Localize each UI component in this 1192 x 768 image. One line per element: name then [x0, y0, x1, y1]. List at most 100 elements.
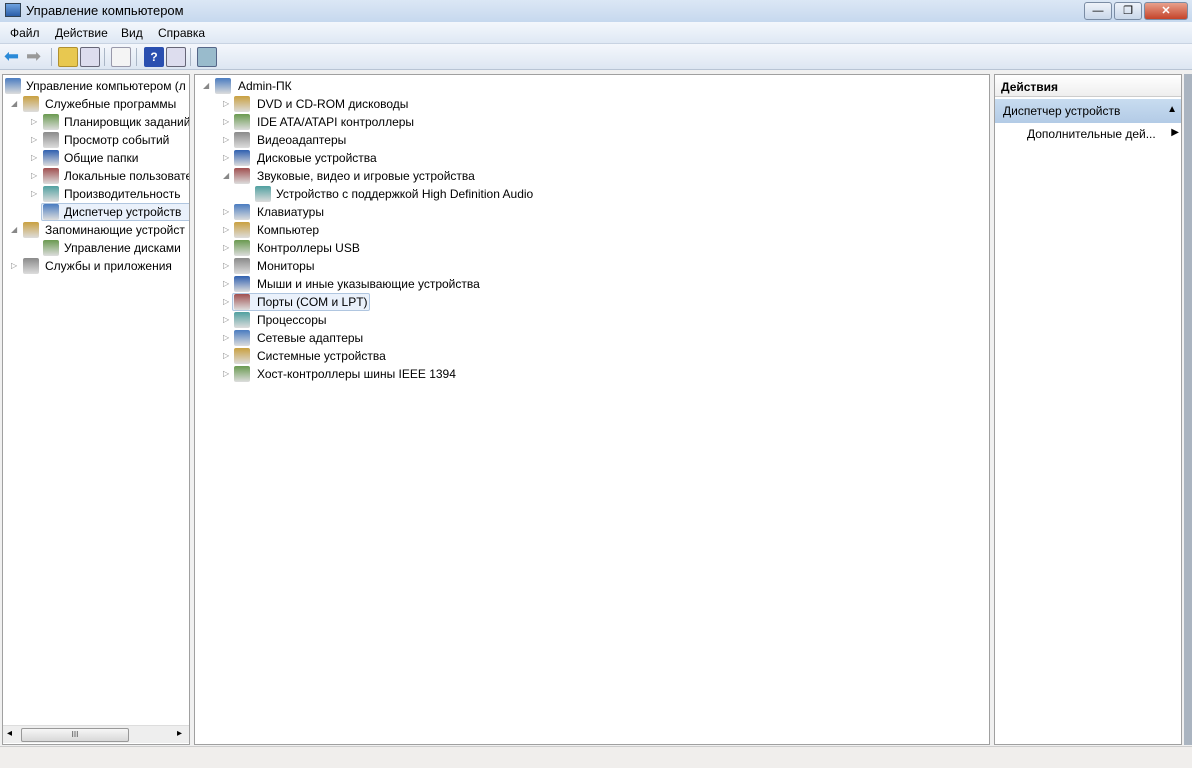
tree-item[interactable]: Управление дисками	[3, 239, 189, 257]
collapse-arrow-icon[interactable]: ◢	[11, 95, 19, 113]
minimize-button[interactable]: —	[1084, 2, 1112, 20]
scroll-right-arrow[interactable]: ▸	[177, 728, 182, 739]
device-icon	[234, 222, 250, 238]
device-icon	[234, 258, 250, 274]
tree-item[interactable]: ▷ Системные устройства	[195, 347, 989, 365]
tree-item[interactable]: ▷ Клавиатуры	[195, 203, 989, 221]
help-icon[interactable]: ?	[144, 47, 164, 67]
tree-item[interactable]: ▷ Производительность	[3, 185, 189, 203]
tree-item[interactable]: ▷ Мониторы	[195, 257, 989, 275]
tree-item[interactable]: ◢ Admin-ПК	[195, 77, 989, 95]
expand-arrow-icon[interactable]: ▷	[223, 221, 231, 239]
tree-item-label: DVD и CD-ROM дисководы	[257, 97, 409, 111]
tree-item[interactable]: ▷ DVD и CD-ROM дисководы	[195, 95, 989, 113]
expand-arrow-icon[interactable]: ▷	[223, 365, 231, 383]
title-bar: Управление компьютером — ❐ ✕	[0, 0, 1192, 22]
expand-arrow-icon[interactable]: ▷	[223, 329, 231, 347]
tree-item[interactable]: ▷ Процессоры	[195, 311, 989, 329]
tree-item[interactable]: ▷ Компьютер	[195, 221, 989, 239]
device-icon	[23, 222, 39, 238]
expand-arrow-icon[interactable]: ▷	[223, 257, 231, 275]
submenu-arrow-icon: ▶	[1171, 127, 1179, 138]
expand-arrow-icon[interactable]: ▷	[223, 113, 231, 131]
tree-item-label: IDE ATA/ATAPI контроллеры	[257, 115, 415, 129]
show-actions-icon[interactable]	[166, 47, 186, 67]
window-title: Управление компьютером	[26, 3, 184, 18]
expand-arrow-icon[interactable]: ▷	[31, 149, 39, 167]
more-actions-item[interactable]: Дополнительные дей... ▶	[1027, 127, 1179, 141]
tree-item[interactable]: ▷ Мыши и иные указывающие устройства	[195, 275, 989, 293]
scan-hardware-icon[interactable]	[197, 47, 217, 67]
expand-arrow-icon[interactable]: ▷	[31, 113, 39, 131]
expand-arrow-icon[interactable]: ▷	[11, 257, 19, 275]
expand-arrow-icon[interactable]: ▷	[223, 239, 231, 257]
menu-file[interactable]: Файл	[10, 26, 40, 40]
expand-arrow-icon[interactable]: ▷	[223, 293, 231, 311]
collapse-arrow-icon[interactable]: ◢	[11, 221, 19, 239]
tree-item-label: Admin-ПК	[238, 79, 292, 93]
scroll-left-arrow[interactable]: ◂	[7, 728, 12, 739]
expand-arrow-icon[interactable]: ▷	[223, 203, 231, 221]
restore-button[interactable]: ❐	[1114, 2, 1142, 20]
expand-arrow-icon[interactable]: ▷	[223, 275, 231, 293]
expand-arrow-icon[interactable]: ▷	[223, 347, 231, 365]
tree-item[interactable]: ▷ Просмотр событий	[3, 131, 189, 149]
tree-item[interactable]: ▷ Планировщик заданий	[3, 113, 189, 131]
device-icon	[43, 150, 59, 166]
tree-item-label: Звуковые, видео и игровые устройства	[257, 169, 475, 183]
tree-item[interactable]: ▷ Порты (COM и LPT)	[195, 293, 989, 311]
show-tree-icon[interactable]	[80, 47, 100, 67]
tree-item[interactable]: ▷ Сетевые адаптеры	[195, 329, 989, 347]
expand-arrow-icon[interactable]: ▷	[223, 311, 231, 329]
tree-item-label: Дисковые устройства	[257, 151, 377, 165]
background-window-edge	[1184, 74, 1192, 745]
tree-item[interactable]: Управление компьютером (л	[3, 77, 189, 95]
tree-item-label: Видеоадаптеры	[257, 133, 347, 147]
tree-item-label: Локальные пользовате	[64, 169, 190, 183]
collapse-arrow-icon[interactable]: ▲	[1167, 104, 1177, 115]
console-tree-pane: ◂ III ▸ Управление компьютером (л ◢ Служеб…	[2, 74, 190, 745]
device-icon	[234, 96, 250, 112]
tree-item-label: Устройство с поддержкой High Definition …	[276, 187, 534, 201]
properties-icon[interactable]	[111, 47, 131, 67]
collapse-arrow-icon[interactable]: ◢	[203, 77, 211, 95]
computer-management-icon	[5, 3, 21, 17]
device-icon	[234, 312, 250, 328]
tree-item[interactable]: ◢ Запоминающие устройст	[3, 221, 189, 239]
menu-action[interactable]: Действие	[55, 26, 108, 40]
actions-section-device-manager[interactable]: Диспетчер устройств ▲	[995, 99, 1181, 123]
up-folder-icon[interactable]	[58, 47, 78, 67]
tree-item[interactable]: Устройство с поддержкой High Definition …	[195, 185, 989, 203]
expand-arrow-icon[interactable]: ▷	[31, 131, 39, 149]
tree-item[interactable]: ▷ Общие папки	[3, 149, 189, 167]
scrollbar-thumb[interactable]: III	[21, 728, 129, 742]
horizontal-scrollbar[interactable]: ◂ III ▸	[3, 725, 189, 743]
expand-arrow-icon[interactable]: ▷	[223, 149, 231, 167]
tree-item[interactable]: ▷ Дисковые устройства	[195, 149, 989, 167]
tree-item[interactable]: ▷ Видеоадаптеры	[195, 131, 989, 149]
close-button[interactable]: ✕	[1144, 2, 1188, 20]
forward-icon[interactable]: ➡	[26, 47, 46, 67]
tree-item[interactable]: ▷ IDE ATA/ATAPI контроллеры	[195, 113, 989, 131]
tree-item[interactable]: ▷ Локальные пользовате	[3, 167, 189, 185]
tree-item[interactable]: Диспетчер устройств	[3, 203, 189, 221]
expand-arrow-icon[interactable]: ▷	[31, 185, 39, 203]
collapse-arrow-icon[interactable]: ◢	[223, 167, 231, 185]
expand-arrow-icon[interactable]: ▷	[223, 95, 231, 113]
device-tree-pane: ◢ Admin-ПК ▷ DVD и CD-ROM дисководы ▷ IDE ATA…	[194, 74, 990, 745]
back-icon[interactable]: ⬅	[4, 47, 24, 67]
tree-item-label: Служебные программы	[45, 97, 177, 111]
expand-arrow-icon[interactable]: ▷	[223, 131, 231, 149]
tree-item-label: Контроллеры USB	[257, 241, 360, 255]
device-icon	[5, 78, 21, 94]
menu-help[interactable]: Справка	[158, 26, 205, 40]
tree-item[interactable]: ▷ Службы и приложения	[3, 257, 189, 275]
expand-arrow-icon[interactable]: ▷	[31, 167, 39, 185]
tree-item[interactable]: ▷ Контроллеры USB	[195, 239, 989, 257]
tree-item-label: Мониторы	[257, 259, 315, 273]
tree-item[interactable]: ◢ Служебные программы	[3, 95, 189, 113]
tree-item[interactable]: ◢ Звуковые, видео и игровые устройства	[195, 167, 989, 185]
tree-item-label: Управление компьютером (л	[26, 79, 186, 93]
tree-item[interactable]: ▷ Хост-контроллеры шины IEEE 1394	[195, 365, 989, 383]
menu-view[interactable]: Вид	[121, 26, 143, 40]
